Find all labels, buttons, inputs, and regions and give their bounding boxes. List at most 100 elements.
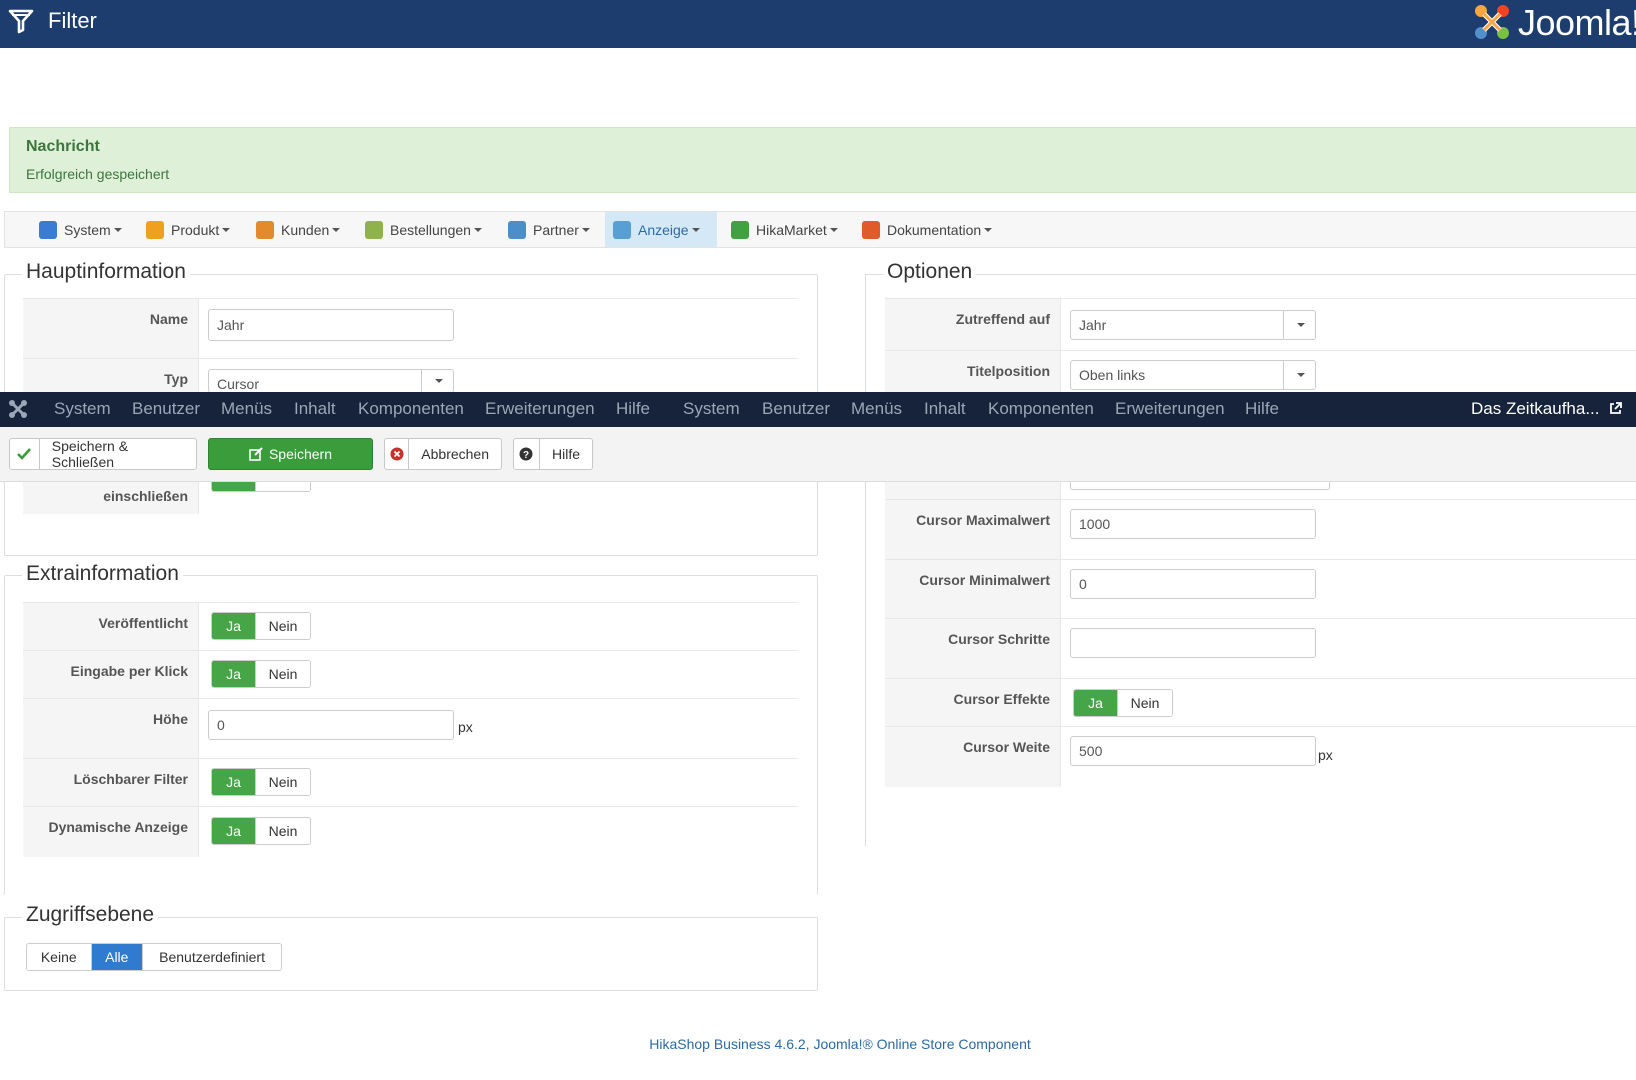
menu-item-anzeige[interactable]: Anzeige (605, 212, 717, 247)
cursor-step-input[interactable] (1070, 628, 1316, 658)
dropdown-arrow-icon (421, 370, 453, 392)
cursor-min-input[interactable]: 0 (1070, 569, 1316, 599)
cursor-width-input[interactable]: 500 (1070, 736, 1316, 766)
jmenu-benutzer-2[interactable]: Benutzer (762, 399, 830, 419)
menu-item-partner[interactable]: Partner (500, 212, 598, 247)
dynamic-toggle[interactable]: Ja Nein (211, 817, 311, 845)
height-input[interactable]: 0 (208, 710, 454, 740)
clearable-toggle[interactable]: Ja Nein (211, 768, 311, 796)
message-heading: Nachricht (26, 138, 100, 155)
caret-down-icon (691, 227, 700, 232)
cancel-button[interactable]: Abbrechen (384, 438, 502, 470)
cursor-step-label: Cursor Schritte (885, 619, 1061, 679)
published-label: Veröffentlicht (23, 603, 199, 651)
toggle-no[interactable]: Nein (255, 613, 310, 639)
save-button[interactable]: Speichern (208, 438, 373, 470)
toggle-no[interactable]: Nein (255, 769, 310, 795)
caret-down-icon (581, 227, 590, 232)
menu-item-dokumentation[interactable]: Dokumentation (854, 212, 1000, 247)
access-custom-button[interactable]: Benutzerdefiniert (142, 944, 281, 970)
toggle-no[interactable]: Nein (255, 818, 310, 844)
menu-item-hikamarket[interactable]: HikaMarket (723, 212, 846, 247)
cursor-max-input[interactable]: 1000 (1070, 509, 1316, 539)
titlepos-label: Titelposition (885, 351, 1061, 393)
click-input-toggle[interactable]: Ja Nein (211, 660, 311, 688)
jmenu-erweiterungen-2[interactable]: Erweiterungen (1115, 399, 1225, 419)
help-button[interactable]: ? Hilfe (513, 438, 593, 470)
row-click-input: Eingabe per Klick Ja Nein (23, 650, 798, 699)
cursor-min-label: Cursor Minimalwert (885, 560, 1061, 619)
cancel-circle-icon (385, 439, 410, 469)
toolbar: Speichern & Schließen Speichern Abbreche… (0, 427, 1636, 482)
joomla-wordmark: Joomla! (1518, 2, 1636, 43)
edit-icon (249, 447, 263, 461)
svg-text:?: ? (523, 450, 529, 461)
menu-item-bestellungen[interactable]: Bestellungen (357, 212, 490, 247)
jmenu-komponenten-2[interactable]: Komponenten (988, 399, 1094, 419)
access-all-button[interactable]: Alle (90, 944, 143, 970)
caret-down-icon (332, 227, 341, 232)
cursor-max-label: Cursor Maximalwert (885, 500, 1061, 560)
jmenu-komponenten[interactable]: Komponenten (358, 399, 464, 419)
caret-down-icon (113, 227, 122, 232)
main-info-legend: Hauptinformation (22, 260, 190, 284)
dropdown-arrow-icon (1283, 311, 1315, 339)
jmenu-benutzer[interactable]: Benutzer (132, 399, 200, 419)
toggle-yes[interactable]: Ja (212, 769, 256, 795)
joomla-admin-bar: System Benutzer Menüs Inhalt Komponenten… (0, 392, 1636, 427)
display-icon (613, 220, 631, 239)
jmenu-erweiterungen[interactable]: Erweiterungen (485, 399, 595, 419)
clearable-label: Löschbarer Filter (23, 759, 199, 807)
system-message: Nachricht Erfolgreich gespeichert (9, 127, 1636, 193)
cursor-width-label: Cursor Weite (885, 727, 1061, 787)
row-cursor-effects: Cursor Effekte Ja Nein (885, 678, 1636, 727)
joomla-icon[interactable] (8, 399, 28, 419)
save-close-button[interactable]: Speichern & Schließen (9, 438, 197, 470)
row-applies: Zutreffend auf Jahr (885, 298, 1636, 351)
type-select[interactable]: Cursor (208, 369, 454, 393)
menu-item-kunden[interactable]: Kunden (248, 212, 348, 247)
partner-icon (508, 220, 526, 239)
toggle-no[interactable]: Nein (255, 661, 310, 687)
jmenu-hilfe[interactable]: Hilfe (616, 399, 650, 419)
options-legend: Optionen (883, 260, 977, 284)
jmenu-hilfe-2[interactable]: Hilfe (1245, 399, 1279, 419)
jmenu-system[interactable]: System (54, 399, 111, 419)
height-unit: px (458, 719, 473, 735)
page-title: Filter (48, 8, 97, 33)
site-link[interactable]: Das Zeitkaufha... (1471, 399, 1623, 419)
check-icon (10, 439, 40, 469)
help-ring-icon (862, 220, 880, 239)
row-partial: einschließen (23, 482, 199, 514)
row-height: Höhe 0 px (23, 698, 798, 759)
toggle-yes[interactable]: Ja (212, 661, 256, 687)
toggle-yes[interactable]: Ja (212, 613, 256, 639)
jmenu-inhalt[interactable]: Inhalt (294, 399, 336, 419)
hidden-select-remnant (1070, 482, 1330, 490)
cursor-effects-toggle[interactable]: Ja Nein (1073, 689, 1173, 717)
caret-down-icon (222, 227, 231, 232)
toggle-yes[interactable]: Ja (1074, 690, 1118, 716)
footer-link[interactable]: HikaShop Business 4.6.2, Joomla!® Online… (0, 1036, 1636, 1052)
jmenu-system-2[interactable]: System (683, 399, 740, 419)
titlepos-select[interactable]: Oben links (1070, 360, 1316, 390)
row-hidden-remnant (885, 482, 1061, 499)
access-none-button[interactable]: Keine (27, 944, 91, 970)
menu-item-produkt[interactable]: Produkt (138, 212, 238, 247)
toggle-yes[interactable]: Ja (212, 818, 256, 844)
published-toggle[interactable]: Ja Nein (211, 612, 311, 640)
jmenu-menus-2[interactable]: Menüs (851, 399, 902, 419)
jmenu-inhalt-2[interactable]: Inhalt (924, 399, 966, 419)
height-label: Höhe (23, 699, 199, 759)
orders-icon (365, 220, 383, 239)
caret-down-icon (473, 227, 482, 232)
row-cursor-width: Cursor Weite 500 px (885, 726, 1636, 787)
row-name: Name Jahr (23, 298, 798, 359)
applies-select[interactable]: Jahr (1070, 310, 1316, 340)
row-published: Veröffentlicht Ja Nein (23, 602, 798, 651)
name-input[interactable]: Jahr (208, 309, 454, 341)
toggle-no[interactable]: Nein (1117, 690, 1172, 716)
menu-item-system[interactable]: System (31, 212, 130, 247)
cursor-width-unit: px (1318, 747, 1333, 763)
jmenu-menus[interactable]: Menüs (221, 399, 272, 419)
